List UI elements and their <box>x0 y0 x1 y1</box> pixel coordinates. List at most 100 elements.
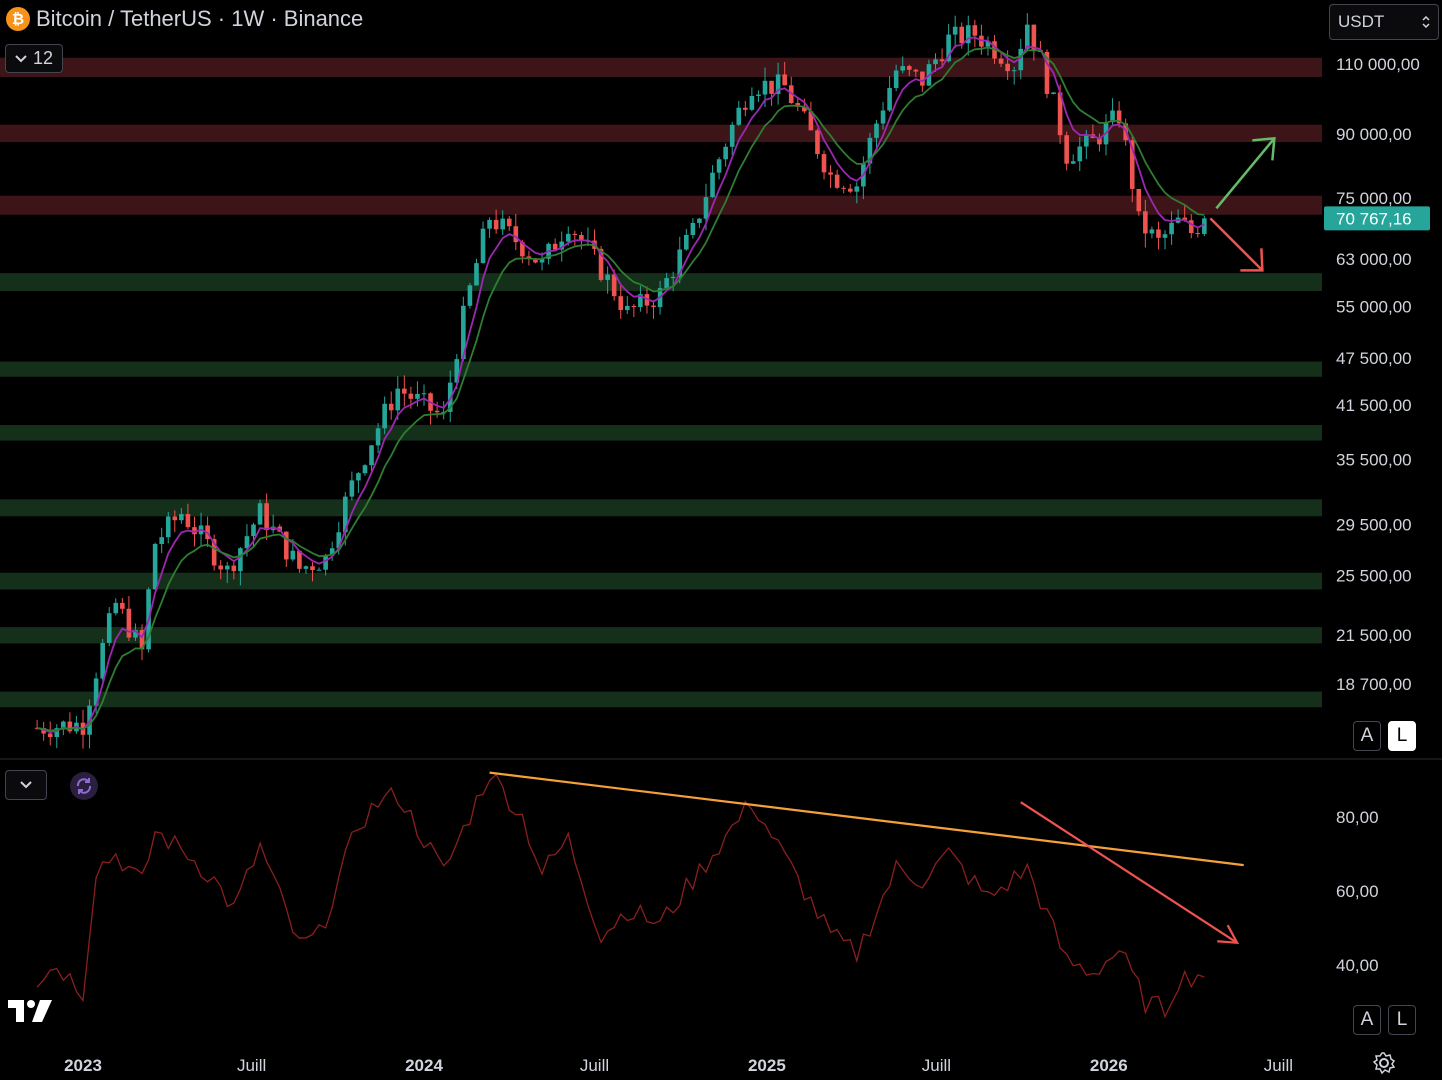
time-axis-label: Juill <box>922 1056 951 1075</box>
candle-body <box>395 388 401 411</box>
price-tick-label: 41 500,00 <box>1336 396 1412 415</box>
last-price-label: 70 767,16 <box>1336 209 1412 228</box>
rsi-trendline <box>489 771 1244 867</box>
candle-body <box>1025 24 1030 49</box>
candle-body <box>257 503 263 525</box>
candle-body <box>684 234 689 250</box>
price-tick-label: 63 000,00 <box>1336 250 1412 269</box>
rsi-line <box>36 773 1205 1019</box>
candle-body <box>769 80 774 94</box>
support-zone <box>0 499 1322 517</box>
candle-body <box>159 537 164 544</box>
candle-body <box>480 228 486 264</box>
candle-body <box>218 565 224 570</box>
chevron-down-icon <box>15 54 27 62</box>
support-zone <box>0 691 1322 708</box>
candle-body <box>952 26 958 35</box>
candle-body <box>467 285 473 306</box>
candle-body <box>729 124 735 147</box>
candle-body <box>251 524 256 537</box>
candle-body <box>552 243 558 250</box>
rsi-collapse-button[interactable] <box>5 770 47 800</box>
candle-body <box>906 66 912 70</box>
candle-body <box>703 197 709 219</box>
candle-body <box>815 130 820 155</box>
candle-body <box>736 107 742 125</box>
candle-body <box>290 550 296 560</box>
candle-body <box>605 274 610 280</box>
candle-body <box>316 569 322 571</box>
candle-body <box>402 388 407 394</box>
candle-body <box>303 566 309 569</box>
candle-body <box>1084 134 1089 147</box>
candle-body <box>506 218 512 227</box>
refresh-icon[interactable] <box>70 772 98 800</box>
candle-body <box>631 305 637 307</box>
currency-select[interactable]: USDT <box>1329 4 1439 40</box>
candle-body <box>854 186 860 192</box>
indicator-count: 12 <box>32 48 54 68</box>
currency-label: USDT <box>1338 12 1385 31</box>
time-axis-label: 2023 <box>64 1056 102 1075</box>
candle-body <box>434 410 440 413</box>
candle-body <box>415 393 420 399</box>
candle-body <box>756 94 761 96</box>
candle-body <box>120 602 125 609</box>
price-zones <box>0 57 1322 708</box>
rsi-auto-scale-button[interactable]: A <box>1353 1005 1381 1035</box>
chevron-updown-icon <box>1422 16 1430 28</box>
candle-body <box>185 514 191 528</box>
candle-body <box>1169 222 1174 235</box>
candle-body <box>998 58 1004 64</box>
rsi-log-scale-button[interactable]: L <box>1388 1005 1416 1035</box>
support-zone <box>0 627 1322 644</box>
support-zone <box>0 361 1322 377</box>
rsi-pane <box>36 771 1244 1019</box>
candle-body <box>152 543 158 590</box>
candle-body <box>900 66 906 71</box>
candle-body <box>1005 63 1010 72</box>
candle-body <box>408 393 414 399</box>
candle-body <box>493 219 499 230</box>
candle-body <box>828 172 833 175</box>
time-axis-label: Juill <box>580 1056 609 1075</box>
candle-body <box>179 514 184 521</box>
candle-body <box>664 278 669 289</box>
candle-body <box>939 59 945 62</box>
log-scale-button[interactable]: L <box>1388 721 1416 751</box>
candle-body <box>1070 161 1076 164</box>
settings-gear-icon[interactable] <box>1372 1051 1396 1075</box>
candle-body <box>310 566 315 571</box>
time-axis-label: Juill <box>1264 1056 1293 1075</box>
time-axis-label: 2025 <box>748 1056 786 1075</box>
chart-canvas[interactable]: 110 000,00 90 000,00 75 000,00 63 000,00 55 … <box>0 0 1442 1080</box>
bearish-arrow-line <box>1209 217 1264 272</box>
auto-scale-button[interactable]: A <box>1353 721 1381 751</box>
price-tick-label: 35 500,00 <box>1336 451 1412 470</box>
candle-body <box>1143 211 1148 234</box>
indicators-toggle-button[interactable]: 12 <box>5 44 63 73</box>
candle-body <box>172 516 178 521</box>
resistance-zone <box>0 57 1322 77</box>
candle-body <box>651 305 656 308</box>
candle-body <box>126 608 132 638</box>
candle-body <box>106 613 112 643</box>
candle-body <box>113 602 119 614</box>
symbol-title[interactable]: Bitcoin / TetherUS · 1W · Binance <box>36 6 363 32</box>
candle-body <box>1136 188 1142 212</box>
candle-body <box>1188 220 1194 234</box>
candle-body <box>618 296 624 311</box>
rsi-tick-label: 60,00 <box>1336 882 1379 901</box>
candle-body <box>421 393 427 395</box>
candle-body <box>500 218 505 230</box>
candle-body <box>1162 234 1168 238</box>
candle-body <box>782 74 787 86</box>
candle-body <box>893 70 899 88</box>
price-tick-label: 29 500,00 <box>1336 515 1412 534</box>
candle-body <box>1031 24 1037 51</box>
candle-body <box>1051 92 1056 94</box>
price-tick-label: 90 000,00 <box>1336 125 1412 144</box>
price-tick-label: 25 500,00 <box>1336 566 1412 585</box>
candle-body <box>697 218 702 223</box>
candle-body <box>362 465 368 474</box>
